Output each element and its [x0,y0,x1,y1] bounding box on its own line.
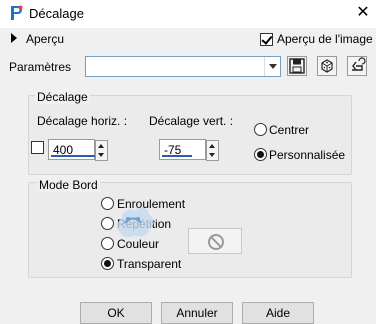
transparent-label[interactable]: Transparent [117,257,181,271]
value-slider-bar[interactable] [162,155,192,157]
random-dice-icon [321,59,333,73]
app-icon [11,5,23,20]
center-radio[interactable] [254,123,267,136]
chevron-down-icon[interactable] [264,57,280,76]
link-offsets-checkbox[interactable] [31,141,44,154]
horizontal-offset-input[interactable]: 400 [48,139,108,161]
center-label[interactable]: Centrer [269,123,309,137]
reset-button[interactable] [347,56,367,76]
custom-radio[interactable] [254,148,267,161]
reset-icon [352,57,366,71]
preset-dropdown[interactable] [85,56,281,77]
save-preset-icon [289,58,305,74]
vertical-offset-input[interactable]: -75 [159,139,219,161]
ok-button[interactable]: OK [80,302,152,324]
window-title: Décalage [29,6,84,21]
randomize-button[interactable] [317,56,337,76]
no-color-icon [208,234,224,250]
custom-label[interactable]: Personnalisée [269,148,345,162]
horizontal-offset-label: Décalage horiz. : [37,114,128,128]
cancel-button[interactable]: Annuler [161,302,233,324]
transparent-radio[interactable] [101,257,114,270]
edge-mode-group-title: Mode Bord [37,178,100,192]
help-button[interactable]: Aide [242,302,314,324]
offset-group-title: Décalage [35,90,90,104]
horizontal-offset-stepper[interactable] [95,140,108,161]
color-swatch-button[interactable] [188,228,242,254]
vertical-offset-label: Décalage vert. : [149,114,234,128]
save-preset-button[interactable] [287,56,307,76]
image-preview-checkbox[interactable] [260,33,273,46]
parameters-label: Paramètres [9,60,72,74]
watermark-logo [116,207,154,238]
preview-toggle-label[interactable]: Aperçu [26,32,64,46]
value-slider-bar[interactable] [51,155,95,157]
close-icon[interactable]: ✕ [353,3,373,23]
image-preview-label[interactable]: Aperçu de l'image [277,32,373,46]
vertical-offset-stepper[interactable] [206,140,219,161]
expand-arrow-icon[interactable] [11,33,17,43]
